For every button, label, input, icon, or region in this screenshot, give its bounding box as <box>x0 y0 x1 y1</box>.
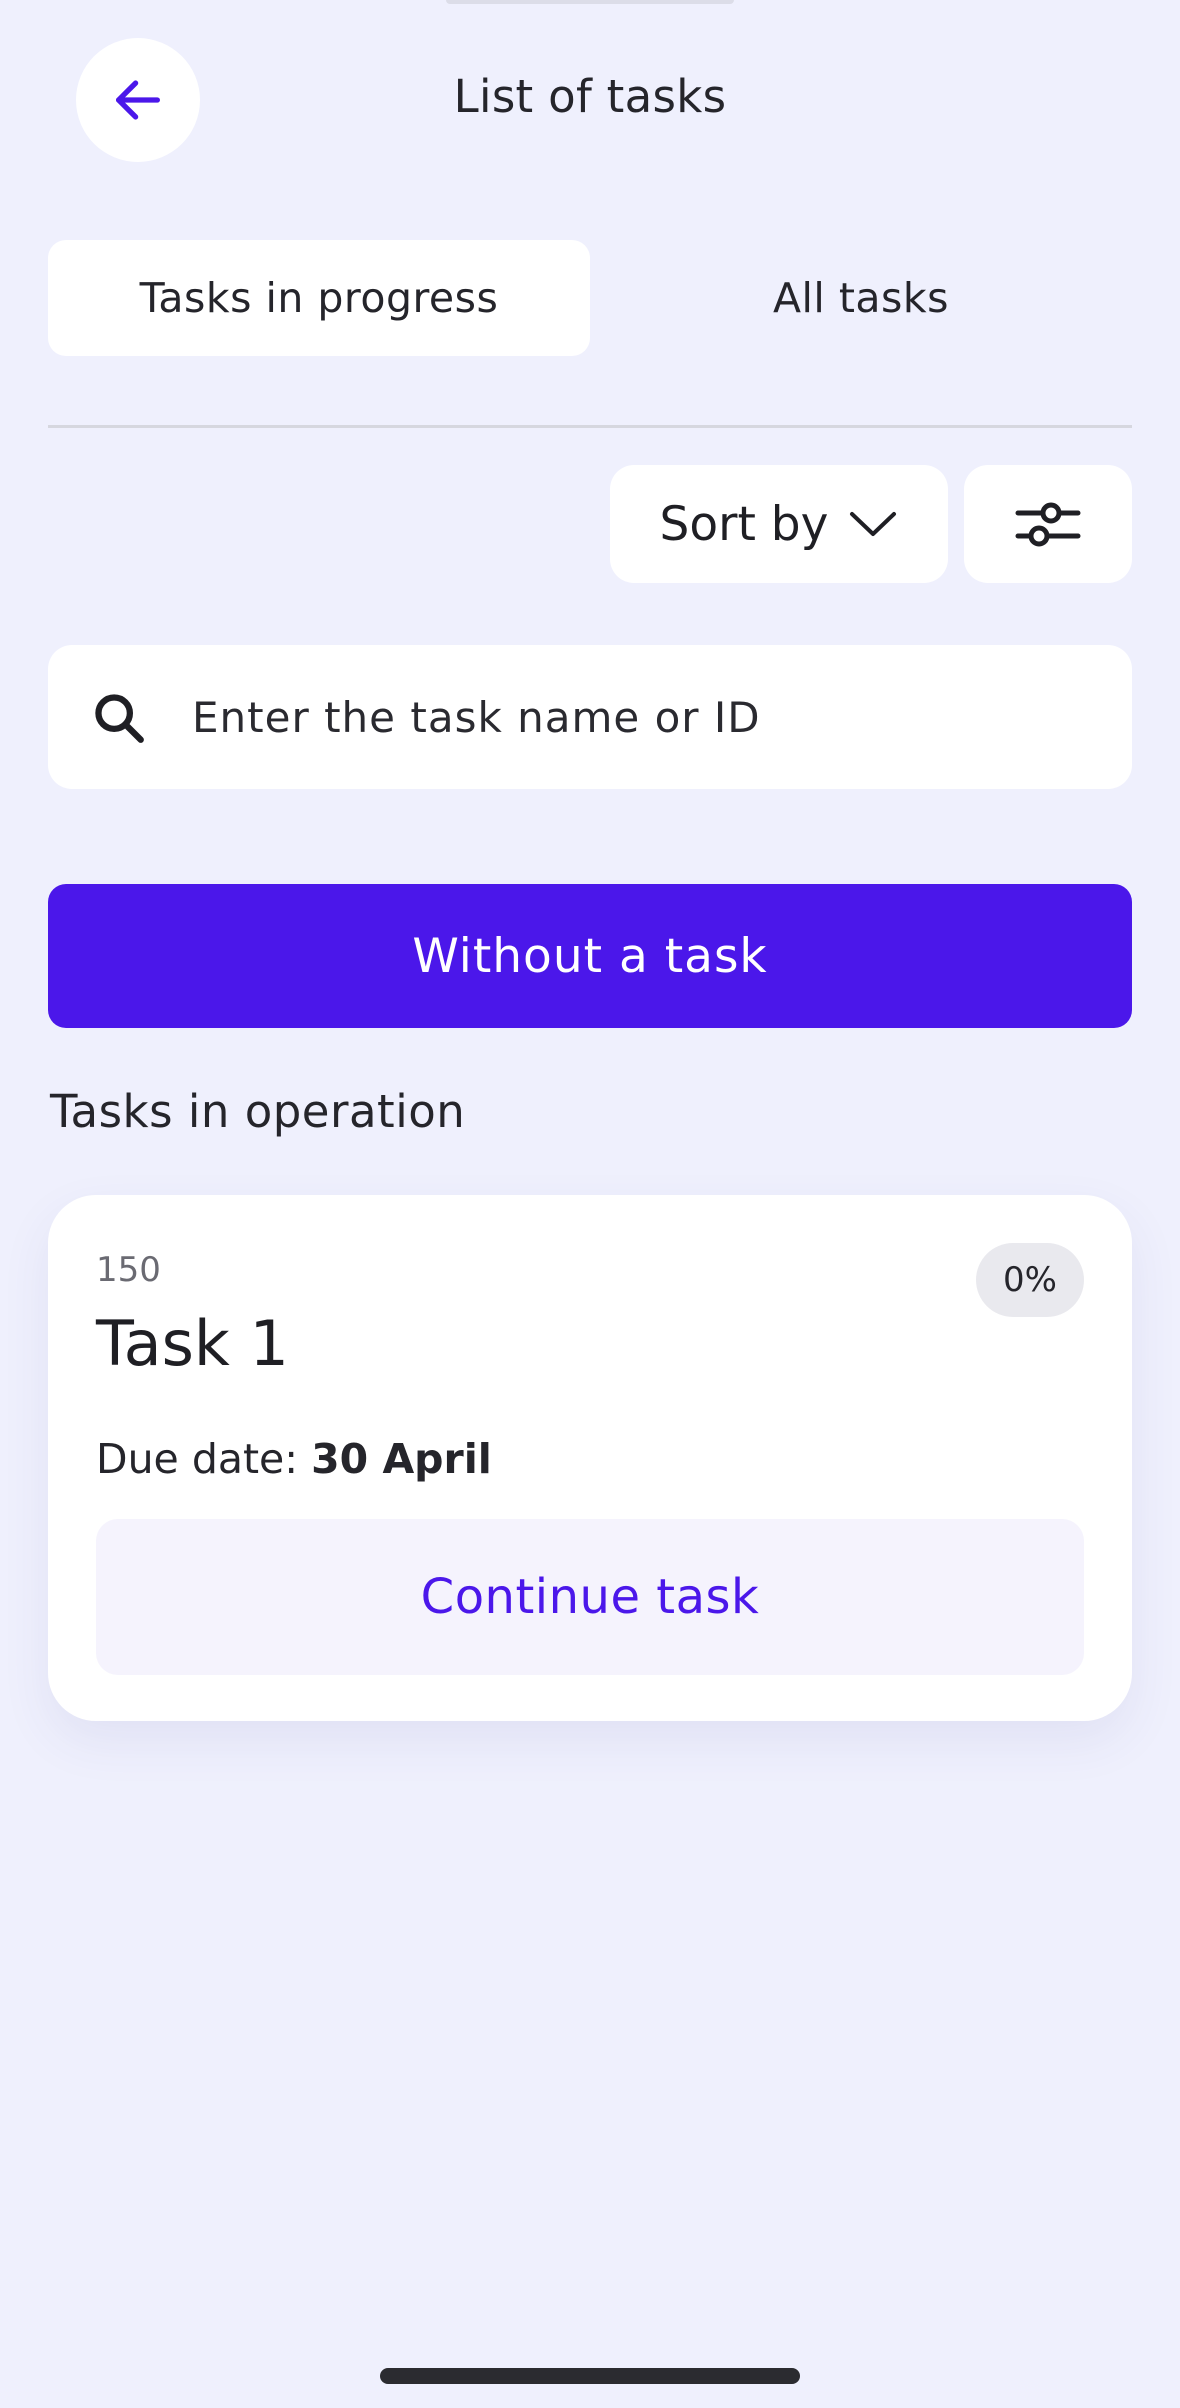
tab-all-tasks[interactable]: All tasks <box>590 240 1132 356</box>
due-date-value: 30 April <box>311 1435 492 1483</box>
search-input[interactable] <box>192 645 1092 789</box>
page-title: List of tasks <box>453 70 727 123</box>
sliders-icon <box>1015 502 1081 547</box>
header: List of tasks <box>0 0 1180 200</box>
home-indicator[interactable] <box>380 2368 800 2384</box>
continue-task-button[interactable]: Continue task <box>96 1519 1084 1675</box>
task-list-screen: List of tasks Tasks in progress All task… <box>0 0 1180 2408</box>
task-due-date: Due date: 30 April <box>96 1435 492 1483</box>
chevron-down-icon <box>850 512 897 536</box>
task-title: Task 1 <box>96 1307 289 1380</box>
progress-badge: 0% <box>976 1243 1084 1317</box>
search-bar <box>48 645 1132 789</box>
section-title: Tasks in operation <box>50 1085 466 1138</box>
filter-button[interactable] <box>964 465 1132 583</box>
divider <box>48 425 1132 428</box>
without-task-button[interactable]: Without a task <box>48 884 1132 1028</box>
sort-label: Sort by <box>659 496 829 552</box>
tab-tasks-in-progress[interactable]: Tasks in progress <box>48 240 590 356</box>
sort-button[interactable]: Sort by <box>610 465 948 583</box>
due-date-label: Due date: <box>96 1435 312 1483</box>
tab-bar: Tasks in progress All tasks <box>48 240 1132 356</box>
task-id: 150 <box>96 1250 161 1290</box>
search-icon <box>95 694 144 743</box>
task-card: 150 0% Task 1 Due date: 30 April Continu… <box>48 1195 1132 1721</box>
